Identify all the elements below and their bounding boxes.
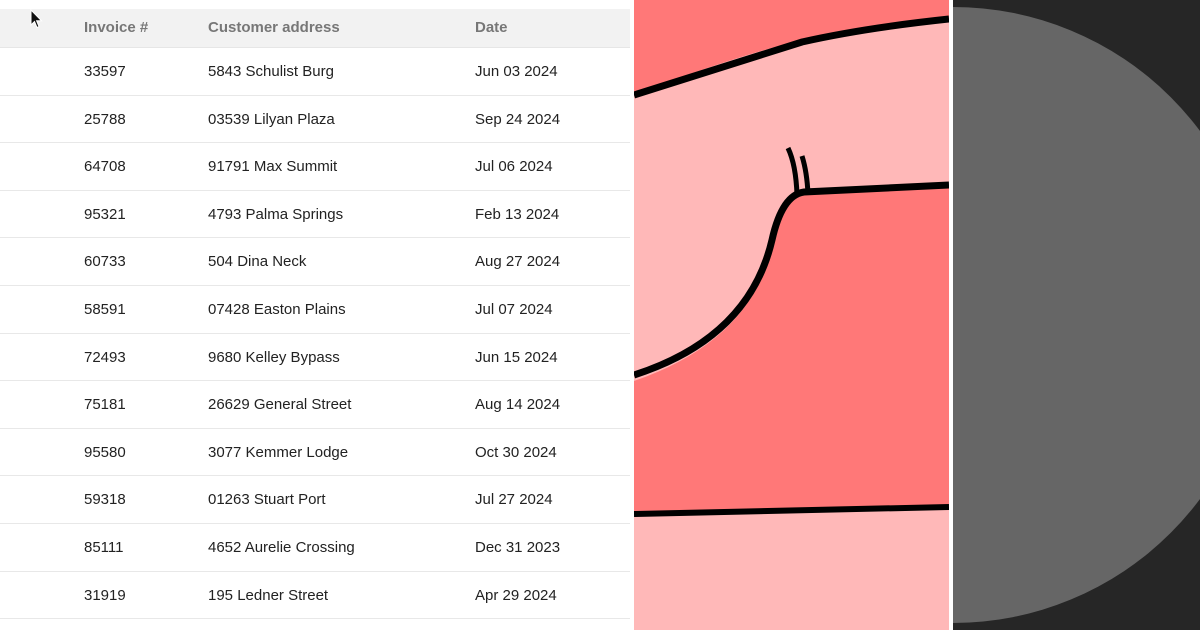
invoice-number-cell: 95321 — [84, 205, 126, 223]
customer-address-cell: 5843 Schulist Burg — [208, 63, 334, 80]
table-row[interactable]: 25788 03539 Lilyan Plaza Sep 24 2024 — [0, 96, 632, 144]
date-cell: Jun 15 2024 — [475, 348, 558, 366]
invoice-number-cell: 72493 — [84, 348, 126, 366]
customer-address-cell: 9680 Kelley Bypass — [208, 348, 340, 366]
invoice-number-cell: 31919 — [84, 586, 126, 604]
customer-address-cell: 3077 Kemmer Lodge — [208, 443, 349, 461]
invoice-table: Invoice # Customer address Date 33597 584… — [0, 0, 632, 630]
date-cell: Feb 13 2024 — [475, 205, 560, 223]
table-row[interactable]: 85111 4652 Aurelie Crossing Dec 31 2023 — [0, 524, 632, 572]
customer-address-cell: 03539 Lilyan Plaza — [208, 110, 335, 128]
small-stroke-2 — [799, 155, 811, 195]
table-row[interactable]: 72493 9680 Kelley Bypass Jun 15 2024 — [0, 334, 632, 382]
illustration-art — [634, 0, 949, 517]
invoice-number-cell: 25788 — [84, 110, 126, 128]
invoice-number-cell: 33597 — [84, 63, 126, 80]
date-cell: Aug 14 2024 — [475, 396, 561, 414]
column-header-invoice[interactable]: Invoice # — [84, 9, 148, 47]
customer-address-cell: 07428 Easton Plains — [208, 300, 346, 318]
date-cell: Oct 30 2024 — [475, 443, 557, 461]
customer-address-cell: 26629 General Street — [208, 396, 352, 414]
invoice-number-cell: 95580 — [84, 443, 126, 461]
date-cell: Jun 03 2024 — [475, 63, 558, 80]
table-row[interactable]: 59318 01263 Stuart Port Jul 27 2024 — [0, 476, 632, 524]
page: Invoice # Customer address Date 33597 584… — [0, 0, 1200, 630]
invoice-number-cell: 75181 — [84, 396, 126, 414]
customer-address-cell: 504 Dina Neck — [208, 253, 307, 271]
column-header-date[interactable]: Date — [475, 9, 508, 47]
customer-address-cell: 4652 Aurelie Crossing — [208, 538, 355, 556]
customer-address-cell: 91791 Max Summit — [208, 158, 338, 176]
invoice-number-cell: 64708 — [84, 158, 126, 176]
invoice-number-cell: 58591 — [84, 300, 126, 318]
mouse-pointer-icon — [30, 9, 43, 29]
table-row[interactable]: 95321 4793 Palma Springs Feb 13 2024 — [0, 191, 632, 239]
decorative-circle — [953, 7, 1200, 623]
date-cell: Jul 06 2024 — [475, 158, 553, 176]
small-stroke-1 — [785, 146, 800, 196]
table-row[interactable]: 95580 3077 Kemmer Lodge Oct 30 2024 — [0, 429, 632, 477]
date-cell: Sep 24 2024 — [475, 110, 561, 128]
gray-circle-shape — [953, 7, 1200, 623]
table-top-strip — [0, 0, 632, 9]
date-cell: Apr 29 2024 — [475, 586, 557, 604]
middle-salmon-shape — [634, 186, 949, 514]
table-body: 33597 5843 Schulist Burg Jun 03 2024 25788 0… — [0, 48, 632, 620]
date-cell: Jul 07 2024 — [475, 300, 553, 318]
table-header: Invoice # Customer address Date — [0, 9, 632, 48]
column-header-address[interactable]: Customer address — [208, 9, 340, 47]
date-cell: Dec 31 2023 — [475, 538, 561, 556]
customer-address-cell: 01263 Stuart Port — [208, 491, 326, 509]
table-row[interactable]: 64708 91791 Max Summit Jul 06 2024 — [0, 143, 632, 191]
date-cell: Aug 27 2024 — [475, 253, 561, 271]
table-row[interactable]: 58591 07428 Easton Plains Jul 07 2024 — [0, 286, 632, 334]
dark-panel — [953, 0, 1200, 630]
table-row[interactable]: 75181 26629 General Street Aug 14 2024 — [0, 381, 632, 429]
table-row[interactable]: 31919 195 Ledner Street Apr 29 2024 — [0, 572, 632, 620]
table-row[interactable]: 33597 5843 Schulist Burg Jun 03 2024 — [0, 48, 632, 96]
invoice-number-cell: 59318 — [84, 491, 126, 509]
customer-address-cell: 4793 Palma Springs — [208, 205, 344, 223]
illustration-panel — [634, 0, 949, 630]
customer-address-cell: 195 Ledner Street — [208, 586, 329, 604]
invoice-number-cell: 85111 — [84, 538, 124, 556]
date-cell: Jul 27 2024 — [475, 491, 553, 509]
table-row[interactable]: 60733 504 Dina Neck Aug 27 2024 — [0, 238, 632, 286]
invoice-number-cell: 60733 — [84, 253, 126, 271]
